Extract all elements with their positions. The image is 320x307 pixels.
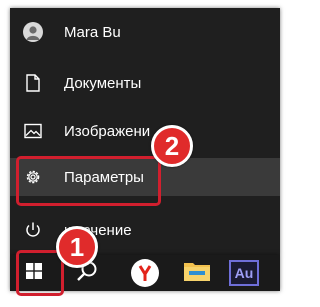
avatar-icon [23,22,43,42]
yandex-browser-button[interactable] [125,255,165,291]
yandex-icon [131,259,159,287]
screenshot: Mara Bu Документы Изображени Параметры к… [0,0,287,307]
step-1-badge: 1 [56,226,98,268]
power-icon [24,221,42,239]
start-menu: Mara Bu Документы Изображени Параметры к… [10,8,280,255]
menu-item-label: Изображени [64,122,151,140]
step-2-badge: 2 [151,125,193,167]
user-account-item[interactable]: Mara Bu [10,12,280,52]
menu-item-documents[interactable]: Документы [10,63,280,103]
settings-highlight-frame [16,156,161,206]
menu-item-power[interactable]: ключение [10,210,280,250]
menu-item-images[interactable]: Изображени [10,111,280,151]
menu-item-label: Документы [64,74,142,92]
folder-icon [183,259,211,288]
image-icon [24,123,42,139]
start-highlight-frame [16,250,64,296]
avatar [23,22,43,42]
adobe-audition-button[interactable]: Au [224,255,264,291]
audition-icon: Au [229,260,259,286]
file-explorer-button[interactable] [177,255,217,291]
user-name: Mara Bu [64,23,121,41]
document-icon [26,74,40,92]
